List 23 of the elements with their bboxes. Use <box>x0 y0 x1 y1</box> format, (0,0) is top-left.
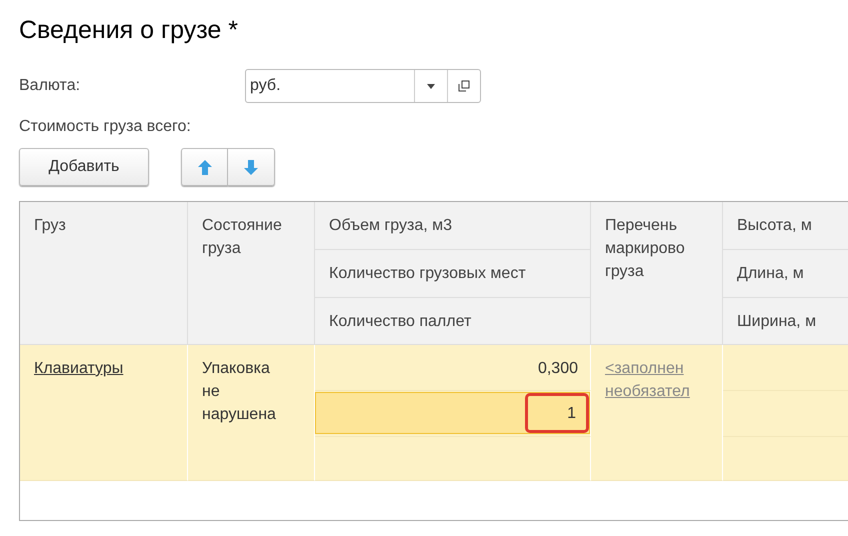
column-header[interactable]: Количество паллет <box>315 298 591 345</box>
form-title: Сведения о грузе * <box>19 15 240 46</box>
arrow-up-icon <box>198 160 212 174</box>
field-label: Стоимость груза всего: <box>19 118 192 137</box>
table-cell: 0,300 <box>315 345 591 391</box>
currency-field[interactable]: руб. <box>245 69 481 103</box>
table-cell: Упаковка не нарушена <box>188 345 315 481</box>
column-header[interactable]: Перечень маркирово груза <box>591 202 723 345</box>
highlight-frame: 1 <box>525 393 589 433</box>
cargo-link[interactable]: Клавиатуры <box>34 360 124 377</box>
add-button[interactable]: Добавить <box>19 148 149 186</box>
move-up-button[interactable] <box>181 148 228 186</box>
column-header[interactable]: Состояние груза <box>188 202 315 345</box>
move-down-button[interactable] <box>228 148 275 186</box>
arrow-down-icon <box>244 160 258 174</box>
column-header[interactable]: Длина, м <box>723 250 848 298</box>
field-label: Валюта: <box>19 77 82 95</box>
input-field[interactable]: 1 <box>315 392 590 434</box>
column-header[interactable]: Объем груза, м3 <box>315 202 591 250</box>
column-header[interactable]: Ширина, м <box>723 298 848 345</box>
column-header[interactable]: Высота, м <box>723 202 848 250</box>
column-header[interactable]: Количество грузовых мест <box>315 250 591 298</box>
column-header[interactable]: Груз <box>20 202 188 345</box>
